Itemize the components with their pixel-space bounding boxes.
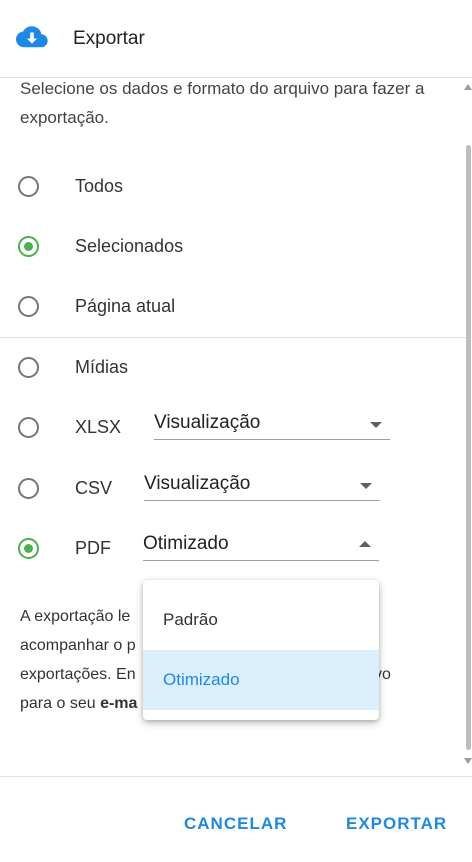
format-label: XLSX xyxy=(75,417,122,437)
xlsx-mode-select[interactable]: Visualização xyxy=(154,410,390,440)
export-button[interactable]: EXPORTAR xyxy=(346,814,447,834)
radio-pagina-atual[interactable] xyxy=(18,296,39,317)
cloud-download-icon xyxy=(16,26,48,48)
radio-todos[interactable] xyxy=(18,176,39,197)
note-line: exportações. En xyxy=(20,666,136,683)
option-selecionados[interactable]: Selecionados xyxy=(0,224,466,268)
scroll-down-arrow-icon[interactable] xyxy=(464,758,472,764)
chevron-down-icon xyxy=(360,483,372,489)
option-midias[interactable]: Mídias xyxy=(0,345,466,389)
radio-pdf[interactable] xyxy=(18,538,39,559)
csv-mode-select[interactable]: Visualização xyxy=(144,471,380,501)
option-label: Todos xyxy=(75,176,124,196)
format-label: CSV xyxy=(75,478,113,498)
note-bold: e-ma xyxy=(100,695,138,712)
option-label: Selecionados xyxy=(75,236,184,256)
intro-text: Selecione os dados e formato do arquivo … xyxy=(20,79,425,127)
radio-xlsx[interactable] xyxy=(18,417,39,438)
dialog-header: Exportar xyxy=(0,0,472,78)
option-pagina-atual[interactable]: Página atual xyxy=(0,284,466,328)
option-todos[interactable]: Todos xyxy=(0,164,466,208)
pdf-mode-dropdown-menu: Padrão Otimizado xyxy=(143,580,379,720)
cancel-button[interactable]: CANCELAR xyxy=(184,814,287,834)
radio-midias[interactable] xyxy=(18,357,39,378)
menu-item-label: Otimizado xyxy=(163,670,240,689)
menu-item-label: Padrão xyxy=(163,610,218,629)
chevron-up-icon xyxy=(359,541,371,547)
scrollbar-thumb[interactable] xyxy=(466,145,471,750)
option-label: Mídias xyxy=(75,357,129,377)
radio-selecionados[interactable] xyxy=(18,236,39,257)
note-line: acompanhar o p xyxy=(20,637,136,654)
scroll-up-arrow-icon[interactable] xyxy=(464,84,472,90)
note-line: A exportação le xyxy=(20,608,131,625)
divider xyxy=(0,337,466,338)
note-line: para o seu xyxy=(20,695,101,712)
pdf-mode-select[interactable]: Otimizado xyxy=(143,531,379,561)
select-value: Visualização xyxy=(154,412,261,433)
select-value: Otimizado xyxy=(143,533,229,554)
option-label: Página atual xyxy=(75,296,176,316)
radio-csv[interactable] xyxy=(18,478,39,499)
dialog-title: Exportar xyxy=(73,28,145,49)
select-value: Visualização xyxy=(144,473,251,494)
chevron-down-icon xyxy=(370,422,382,428)
menu-item-otimizado[interactable]: Otimizado xyxy=(143,650,379,710)
menu-item-padrao[interactable]: Padrão xyxy=(143,590,379,650)
format-label: PDF xyxy=(75,538,111,558)
dialog-footer: CANCELAR EXPORTAR xyxy=(0,776,472,862)
